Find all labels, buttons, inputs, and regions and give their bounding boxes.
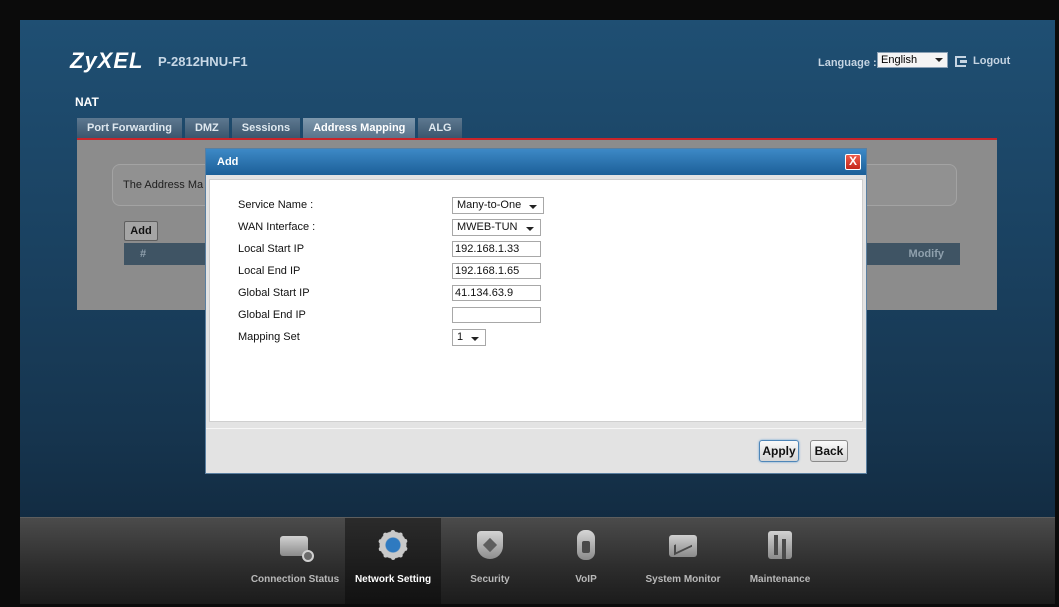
add-button[interactable]: Add bbox=[124, 221, 158, 241]
local-start-ip-input[interactable] bbox=[452, 241, 541, 257]
global-start-ip-input[interactable] bbox=[452, 285, 541, 301]
phone-icon bbox=[571, 530, 601, 560]
global-end-ip-row: Global End IP bbox=[238, 307, 838, 323]
wan-interface-label: WAN Interface : bbox=[238, 221, 316, 233]
tab-dmz[interactable]: DMZ bbox=[184, 118, 229, 138]
global-start-ip-row: Global Start IP bbox=[238, 285, 838, 301]
wan-interface-select[interactable]: MWEB-TUN bbox=[452, 219, 541, 236]
column-index: # bbox=[140, 248, 147, 260]
nav-label: Network Setting bbox=[354, 574, 432, 585]
language-value: English bbox=[881, 54, 918, 66]
mapping-set-value: 1 bbox=[457, 331, 464, 343]
local-end-ip-label: Local End IP bbox=[238, 265, 301, 277]
global-start-ip-label: Global Start IP bbox=[238, 287, 310, 299]
shield-icon bbox=[475, 530, 505, 560]
global-end-ip-input[interactable] bbox=[452, 307, 541, 323]
service-name-value: Many-to-One bbox=[457, 199, 522, 211]
nav-security[interactable]: Security bbox=[442, 518, 538, 604]
language-label: Language : bbox=[818, 57, 877, 69]
nav-network-setting[interactable]: Network Setting bbox=[345, 518, 441, 604]
column-modify: Modify bbox=[908, 248, 944, 260]
dialog-body: Service Name : Many-to-One WAN Interface… bbox=[209, 179, 863, 422]
page-title: NAT bbox=[75, 95, 99, 109]
add-dialog: Add X Service Name : Many-to-One WAN Int… bbox=[205, 148, 867, 474]
nav-maintenance[interactable]: Maintenance bbox=[732, 518, 828, 604]
language-select[interactable]: English bbox=[877, 52, 948, 68]
local-end-ip-input[interactable] bbox=[452, 263, 541, 279]
logout-label: Logout bbox=[973, 55, 1011, 67]
dialog-divider bbox=[206, 428, 866, 429]
logout-link[interactable]: Logout bbox=[955, 55, 1010, 67]
connection-status-icon bbox=[280, 530, 314, 562]
service-name-label: Service Name : bbox=[238, 199, 314, 211]
nav-label: System Monitor bbox=[645, 574, 721, 585]
tab-bar: Port Forwarding DMZ Sessions Address Map… bbox=[77, 118, 462, 138]
dialog-title: Add bbox=[217, 156, 239, 168]
bottom-nav: Connection Status Network Setting Securi… bbox=[20, 517, 1055, 604]
chevron-down-icon bbox=[471, 337, 480, 341]
tab-address-mapping[interactable]: Address Mapping bbox=[303, 118, 416, 138]
chart-icon bbox=[668, 530, 698, 560]
chevron-down-icon bbox=[935, 58, 943, 62]
chevron-down-icon bbox=[529, 205, 538, 209]
global-end-ip-label: Global End IP bbox=[238, 309, 306, 321]
gear-icon bbox=[378, 530, 408, 560]
nav-label: Maintenance bbox=[749, 574, 811, 585]
brand-logo: ZyXEL bbox=[70, 48, 144, 73]
mapping-set-row: Mapping Set 1 bbox=[238, 329, 838, 346]
tab-sessions[interactable]: Sessions bbox=[231, 118, 301, 138]
nav-label: VoIP bbox=[575, 574, 597, 585]
nav-connection-status[interactable]: Connection Status bbox=[247, 518, 343, 604]
service-name-select[interactable]: Many-to-One bbox=[452, 197, 545, 214]
nav-voip[interactable]: VoIP bbox=[538, 518, 634, 604]
nav-label: Security bbox=[470, 574, 510, 585]
mapping-set-select[interactable]: 1 bbox=[452, 329, 487, 346]
close-icon[interactable]: X bbox=[845, 154, 861, 170]
local-start-ip-label: Local Start IP bbox=[238, 243, 305, 255]
tab-alg[interactable]: ALG bbox=[418, 118, 462, 138]
back-button[interactable]: Back bbox=[810, 440, 848, 462]
local-end-ip-row: Local End IP bbox=[238, 263, 838, 279]
nav-label: Connection Status bbox=[250, 574, 340, 585]
local-start-ip-row: Local Start IP bbox=[238, 241, 838, 257]
model-name: P-2812HNU-F1 bbox=[158, 54, 248, 69]
tools-icon bbox=[765, 530, 795, 560]
nav-system-monitor[interactable]: System Monitor bbox=[635, 518, 731, 604]
logout-icon bbox=[955, 55, 967, 67]
wan-interface-row: WAN Interface : MWEB-TUN bbox=[238, 219, 838, 236]
wan-interface-value: MWEB-TUN bbox=[457, 221, 518, 233]
tab-port-forwarding[interactable]: Port Forwarding bbox=[77, 118, 182, 138]
mapping-set-label: Mapping Set bbox=[238, 331, 300, 343]
dialog-header: Add X bbox=[206, 149, 866, 175]
chevron-down-icon bbox=[525, 227, 534, 231]
apply-button[interactable]: Apply bbox=[759, 440, 799, 462]
service-name-row: Service Name : Many-to-One bbox=[238, 197, 838, 214]
info-text: The Address Ma bbox=[123, 179, 204, 191]
